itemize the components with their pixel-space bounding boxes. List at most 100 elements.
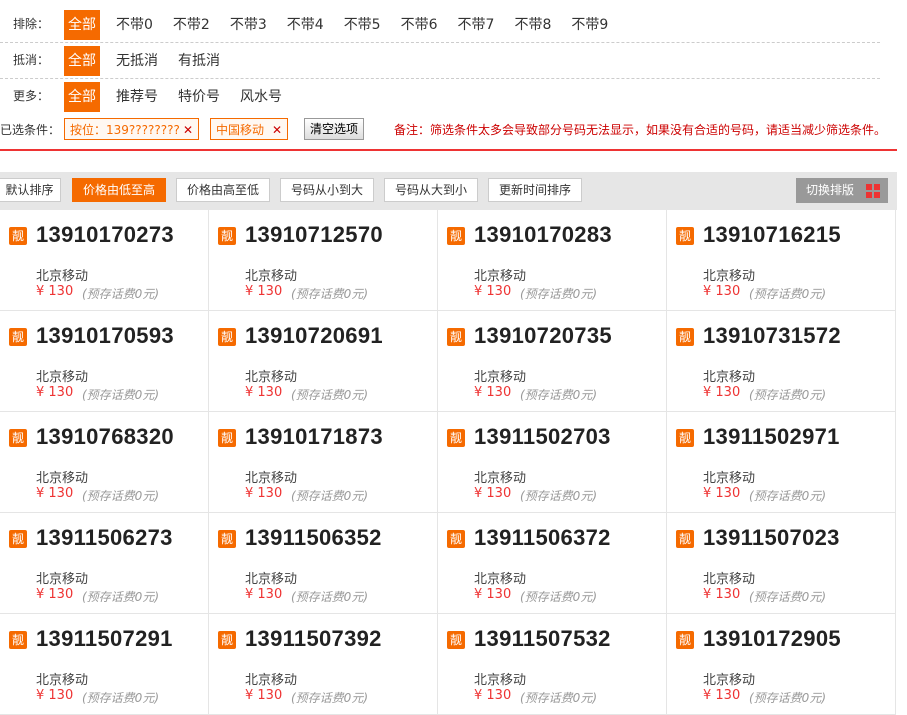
deposit-note: (预存话费0元) [291,590,368,604]
sort-price-asc-button[interactable]: 价格由低至高 [72,178,166,202]
carrier-label: 北京移动 [36,673,89,688]
phone-number[interactable]: 13910768320 [36,424,174,450]
number-card[interactable]: 靓 13910170283 北京移动 ¥ 130 (预存话费0元) [438,210,667,311]
exclude-option-no5[interactable]: 不带5 [340,10,385,40]
phone-number[interactable]: 13911507532 [474,626,611,652]
premium-badge: 靓 [676,227,694,245]
price-label: ¥ 130 [703,284,741,299]
phone-number[interactable]: 13911506352 [245,525,382,551]
exclude-option-no3[interactable]: 不带3 [226,10,271,40]
number-card[interactable]: 靓 13910712570 北京移动 ¥ 130 (预存话费0元) [209,210,438,311]
exclude-option-no8[interactable]: 不带8 [510,10,555,40]
phone-number[interactable]: 13910716215 [703,222,841,248]
carrier-label: 北京移动 [245,269,298,284]
chip-position-text: 按位：139???????? [70,123,180,137]
carrier-label: 北京移动 [474,673,527,688]
phone-number[interactable]: 13911502703 [474,424,611,450]
phone-number[interactable]: 13911506273 [36,525,173,551]
filter-options-deduct: 全部 无抵消 有抵消 [64,46,236,76]
phone-number[interactable]: 13910731572 [703,323,841,349]
more-option-fengshui[interactable]: 风水号 [236,82,286,112]
premium-badge: 靓 [447,227,465,245]
grid-layout-icon [866,184,880,198]
deposit-note: (预存话费0元) [749,287,826,301]
phone-number[interactable]: 13911502971 [703,424,840,450]
filter-options-exclude: 全部 不带0 不带2 不带3 不带4 不带5 不带6 不带7 不带8 不带9 [64,10,624,40]
sort-number-desc-button[interactable]: 号码从大到小 [384,178,478,202]
number-card[interactable]: 靓 13910171873 北京移动 ¥ 130 (预存话费0元) [209,412,438,513]
number-card[interactable]: 靓 13910731572 北京移动 ¥ 130 (预存话费0元) [667,311,896,412]
exclude-option-no9[interactable]: 不带9 [567,10,612,40]
number-card[interactable]: 靓 13911507023 北京移动 ¥ 130 (预存话费0元) [667,513,896,614]
exclude-option-all[interactable]: 全部 [64,10,100,40]
number-card[interactable]: 靓 13911502971 北京移动 ¥ 130 (预存话费0元) [667,412,896,513]
phone-number[interactable]: 13910720691 [245,323,383,349]
number-card[interactable]: 靓 13911506273 北京移动 ¥ 130 (预存话费0元) [0,513,209,614]
remove-chip-icon[interactable]: ✕ [183,119,193,141]
chip-position-filter[interactable]: 按位：139???????? ✕ [64,118,199,140]
price-label: ¥ 130 [245,486,283,501]
number-card[interactable]: 靓 13911507532 北京移动 ¥ 130 (预存话费0元) [438,614,667,715]
phone-number[interactable]: 13910171873 [245,424,383,450]
number-card[interactable]: 靓 13911502703 北京移动 ¥ 130 (预存话费0元) [438,412,667,513]
carrier-label: 北京移动 [474,471,527,486]
number-card[interactable]: 靓 13911507392 北京移动 ¥ 130 (预存话费0元) [209,614,438,715]
exclude-option-no4[interactable]: 不带4 [283,10,328,40]
deposit-note: (预存话费0元) [291,489,368,503]
carrier-label: 北京移动 [474,572,527,587]
number-card[interactable]: 靓 13910720691 北京移动 ¥ 130 (预存话费0元) [209,311,438,412]
chip-carrier-filter[interactable]: 中国移动 ✕ [210,118,288,140]
phone-number[interactable]: 13910712570 [245,222,383,248]
price-label: ¥ 130 [245,385,283,400]
phone-number[interactable]: 13910170283 [474,222,612,248]
exclude-option-no6[interactable]: 不带6 [397,10,442,40]
deduct-option-all[interactable]: 全部 [64,46,100,76]
premium-badge: 靓 [218,631,236,649]
exclude-option-no7[interactable]: 不带7 [454,10,499,40]
filter-row-more: 更多： 全部 推荐号 特价号 风水号 [0,78,880,114]
price-label: ¥ 130 [474,284,512,299]
number-card[interactable]: 靓 13911506372 北京移动 ¥ 130 (预存话费0元) [438,513,667,614]
more-option-all[interactable]: 全部 [64,82,100,112]
phone-number[interactable]: 13911507023 [703,525,840,551]
filter-options-more: 全部 推荐号 特价号 风水号 [64,82,298,112]
sort-number-asc-button[interactable]: 号码从小到大 [280,178,374,202]
deposit-note: (预存话费0元) [520,590,597,604]
carrier-label: 北京移动 [474,370,527,385]
sort-price-desc-button[interactable]: 价格由高至低 [176,178,270,202]
clear-options-button[interactable]: 清空选项 [304,118,365,140]
sort-default-button[interactable]: 默认排序 [0,178,61,202]
more-option-special-price[interactable]: 特价号 [174,82,224,112]
number-card[interactable]: 靓 13910172905 北京移动 ¥ 130 (预存话费0元) [667,614,896,715]
switch-layout-button[interactable]: 切换排版 [796,178,888,203]
carrier-label: 北京移动 [703,269,756,284]
more-option-recommended[interactable]: 推荐号 [112,82,162,112]
phone-number[interactable]: 13910170273 [36,222,174,248]
number-card[interactable]: 靓 13911506352 北京移动 ¥ 130 (预存话费0元) [209,513,438,614]
deposit-note: (预存话费0元) [520,388,597,402]
number-card[interactable]: 靓 13910720735 北京移动 ¥ 130 (预存话费0元) [438,311,667,412]
number-card[interactable]: 靓 13910170593 北京移动 ¥ 130 (预存话费0元) [0,311,209,412]
premium-badge: 靓 [9,328,27,346]
exclude-option-no0[interactable]: 不带0 [112,10,157,40]
deduct-option-has[interactable]: 有抵消 [174,46,224,76]
remove-chip-icon[interactable]: ✕ [272,119,282,141]
price-label: ¥ 130 [703,486,741,501]
sort-update-time-button[interactable]: 更新时间排序 [488,178,582,202]
divider-line [0,149,897,151]
exclude-option-no2[interactable]: 不带2 [169,10,214,40]
number-card[interactable]: 靓 13910716215 北京移动 ¥ 130 (预存话费0元) [667,210,896,311]
carrier-label: 北京移动 [36,471,89,486]
phone-number[interactable]: 13911507392 [245,626,382,652]
phone-number[interactable]: 13911506372 [474,525,611,551]
number-card[interactable]: 靓 13910768320 北京移动 ¥ 130 (预存话费0元) [0,412,209,513]
phone-number[interactable]: 13911507291 [36,626,173,652]
number-card[interactable]: 靓 13910170273 北京移动 ¥ 130 (预存话费0元) [0,210,209,311]
deduct-option-none[interactable]: 无抵消 [112,46,162,76]
deposit-note: (预存话费0元) [82,691,159,705]
price-label: ¥ 130 [703,587,741,602]
phone-number[interactable]: 13910170593 [36,323,174,349]
phone-number[interactable]: 13910720735 [474,323,612,349]
phone-number[interactable]: 13910172905 [703,626,841,652]
number-card[interactable]: 靓 13911507291 北京移动 ¥ 130 (预存话费0元) [0,614,209,715]
